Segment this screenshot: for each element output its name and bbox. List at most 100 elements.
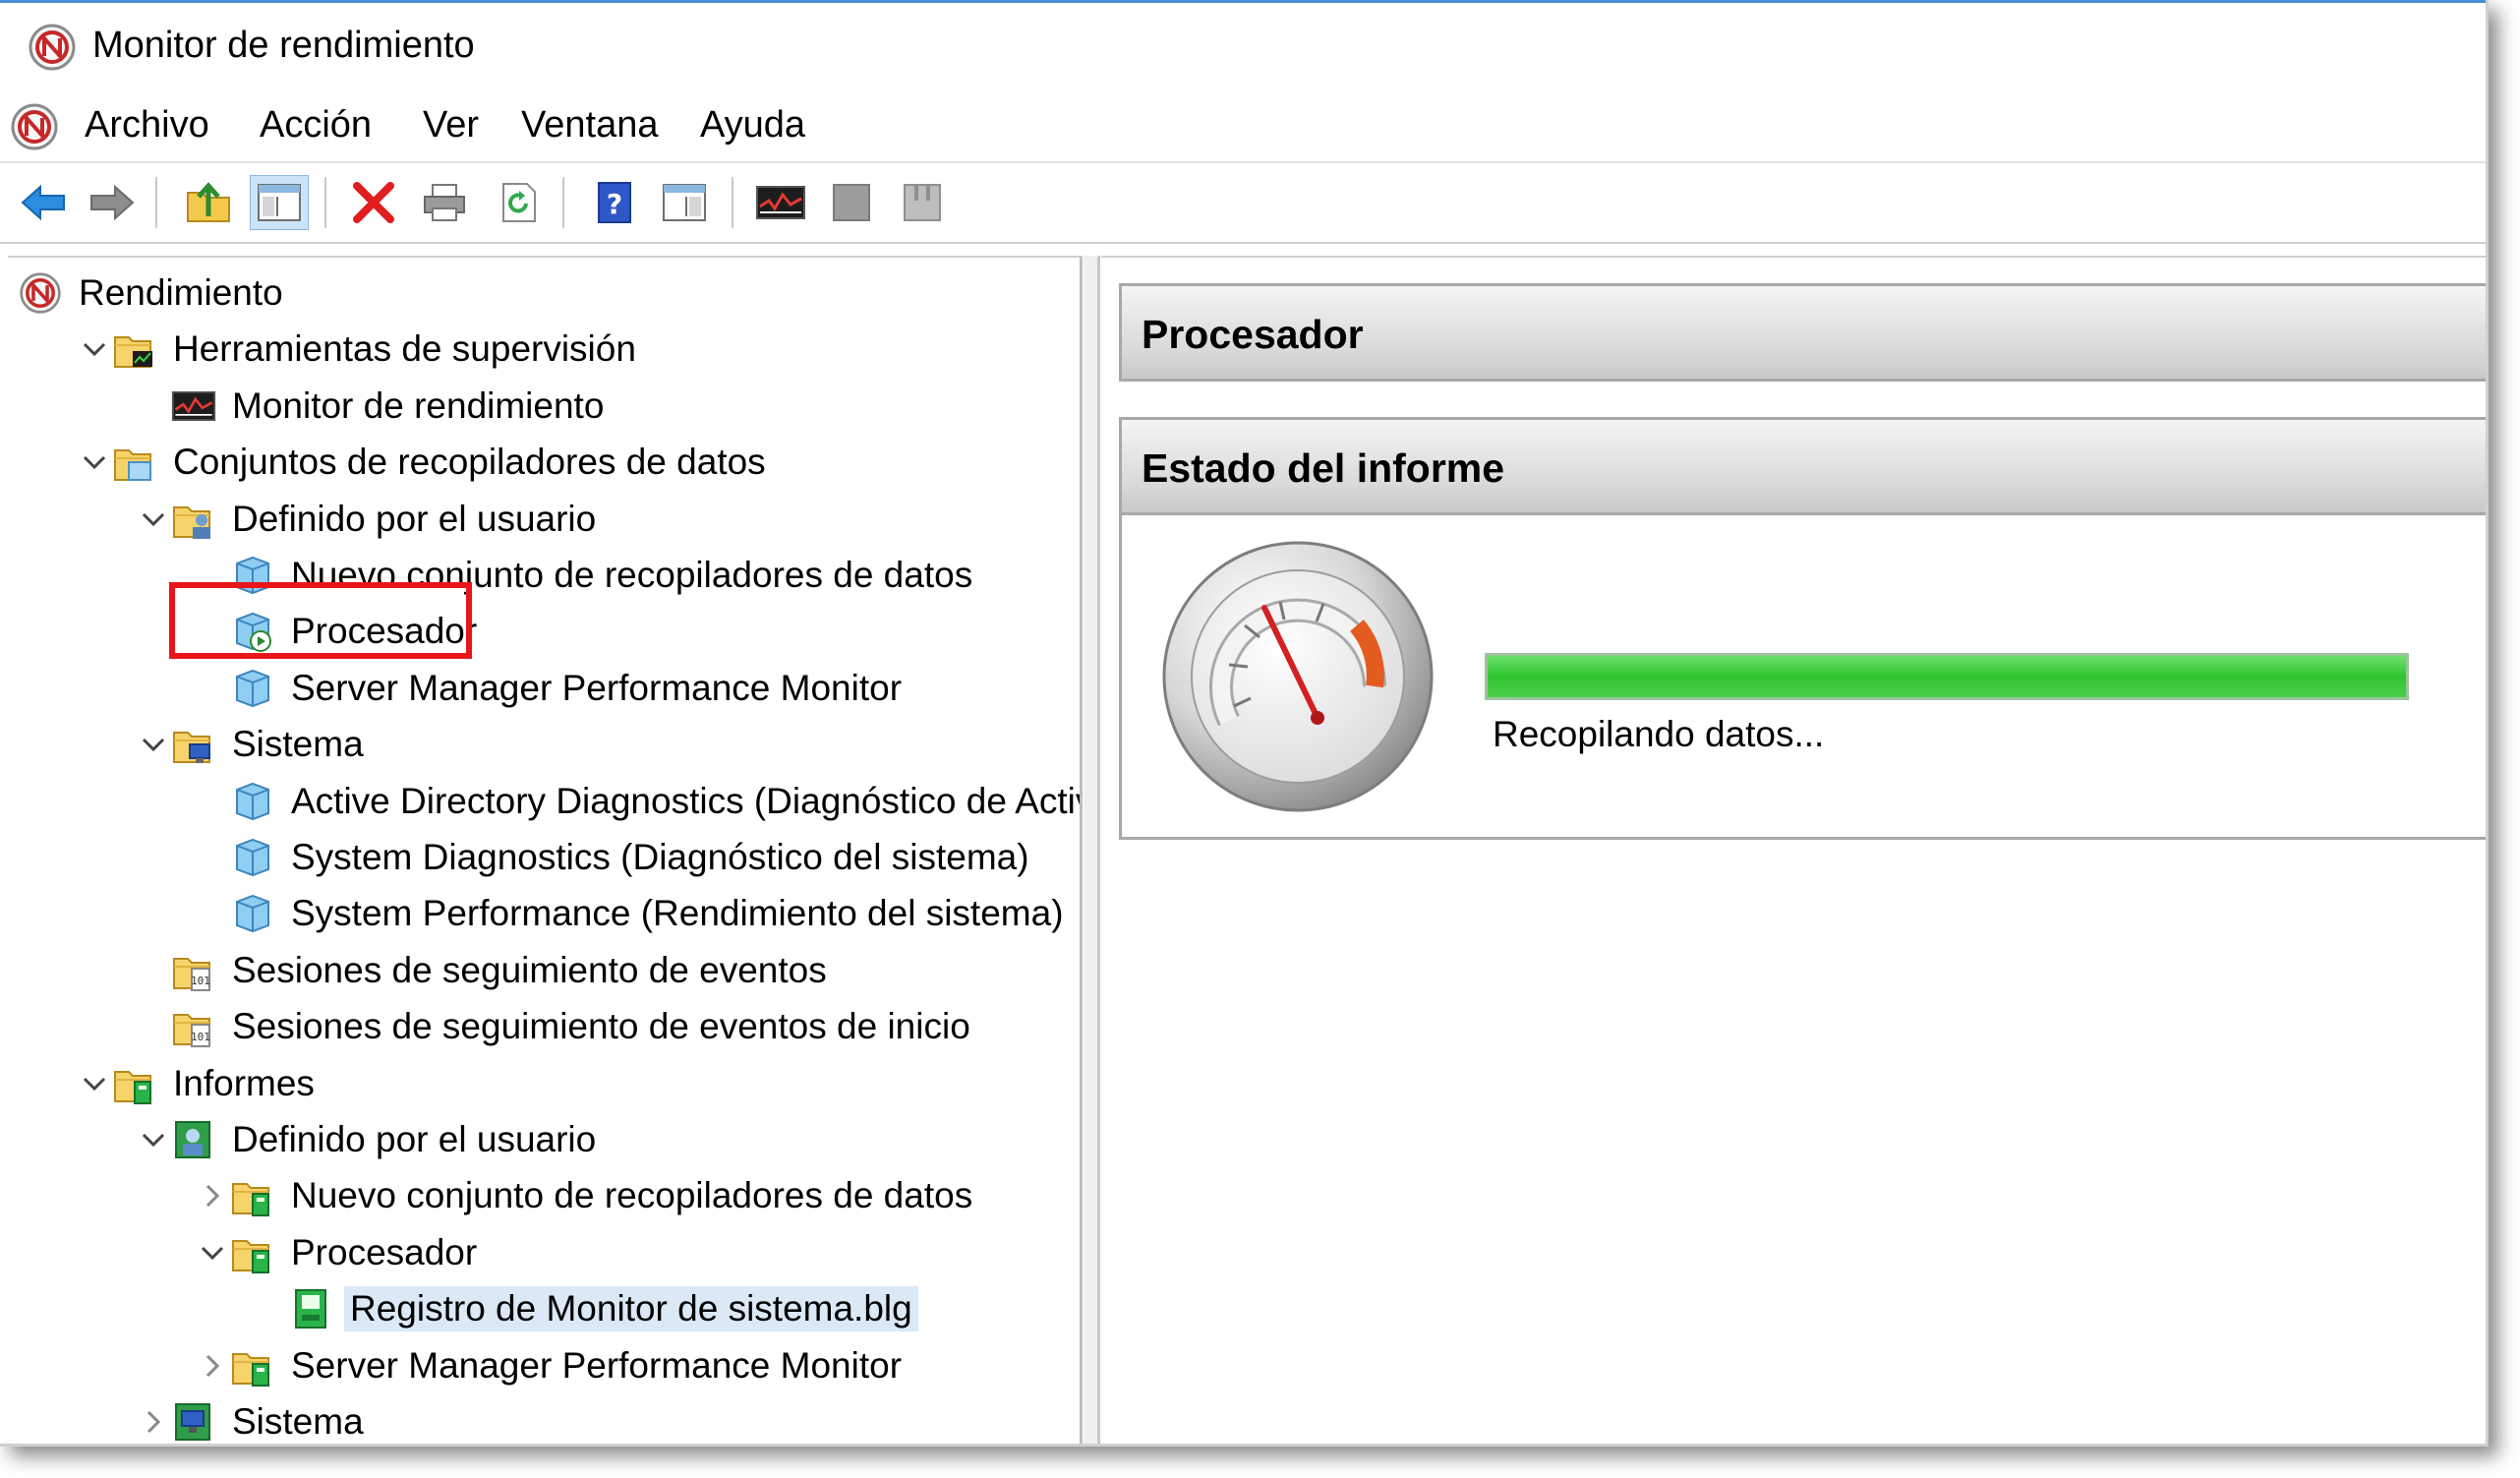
chevron-down-icon[interactable] (195, 1244, 230, 1262)
tree-item[interactable]: 101 Sesiones de seguimiento de eventos (136, 943, 833, 998)
tree-item-label: Conjuntos de recopiladores de datos (173, 442, 766, 483)
chevron-right-icon[interactable] (195, 1183, 230, 1209)
tree-item[interactable]: Definido por el usuario (136, 1112, 602, 1167)
performance-root-icon (18, 270, 63, 316)
tree-item-label: Sistema (232, 1401, 364, 1442)
tree-item[interactable]: Nuevo conjunto de recopiladores de datos (195, 1168, 978, 1223)
menu-ayuda[interactable]: Ayuda (700, 104, 805, 147)
delete-button[interactable] (344, 175, 403, 230)
tree-item[interactable]: Sistema (136, 1394, 370, 1444)
data-collector-set-icon (230, 779, 275, 824)
chevron-down-icon[interactable] (136, 1131, 171, 1149)
forward-button[interactable] (83, 175, 142, 230)
speedometer-icon (1160, 539, 1436, 814)
toolbar-separator (324, 177, 326, 228)
tree-item[interactable]: Conjuntos de recopiladores de datos (77, 435, 772, 490)
report-folder-icon (230, 1343, 275, 1389)
performance-monitor-icon (171, 384, 216, 429)
app-icon (28, 23, 77, 77)
tree-item[interactable]: Registro de Monitor de sistema.blg (254, 1281, 918, 1336)
refresh-icon (502, 183, 536, 222)
tree-item[interactable]: Procesador (195, 1225, 483, 1280)
tree-item[interactable]: Sistema (136, 717, 370, 772)
chevron-down-icon[interactable] (77, 340, 112, 358)
tree-item-label: Sistema (232, 724, 364, 765)
console-tree: Rendimiento Herramientas de supervisión Mo… (8, 256, 1083, 1444)
svg-text:101: 101 (191, 1031, 210, 1043)
window-title: Monitor de rendimiento (92, 25, 475, 66)
data-collector-set-icon (230, 666, 275, 711)
tree-item-label: Nuevo conjunto de recopiladores de datos (291, 1175, 973, 1216)
tree-item-label: Server Manager Performance Monitor (291, 1344, 903, 1386)
tree-item[interactable]: Monitor de rendimiento (136, 379, 610, 434)
chevron-down-icon[interactable] (136, 510, 171, 528)
tree-item-label: Informes (173, 1062, 315, 1103)
pause-icon (904, 184, 941, 221)
tree-item-label: Sesiones de seguimiento de eventos de in… (232, 1006, 970, 1047)
menu-accion[interactable]: Acción (260, 104, 372, 147)
folder-up-icon (187, 182, 230, 222)
performance-monitor-button[interactable] (751, 175, 810, 230)
delete-icon (353, 182, 394, 223)
chevron-down-icon[interactable] (136, 736, 171, 753)
tree-item[interactable]: Server Manager Performance Monitor (195, 1338, 908, 1393)
pane-splitter[interactable] (1084, 256, 1100, 1444)
tree-item-label: Monitor de rendimiento (232, 384, 605, 426)
system-menu-icon[interactable] (10, 102, 59, 156)
menu-ver[interactable]: Ver (423, 104, 479, 147)
up-one-level-button[interactable] (179, 175, 238, 230)
menu-archivo[interactable]: Archivo (85, 104, 209, 147)
forward-arrow-icon (90, 184, 135, 221)
refresh-button[interactable] (490, 175, 549, 230)
tree-item[interactable]: 101 Sesiones de seguimiento de eventos de… (136, 999, 976, 1054)
print-button[interactable] (415, 175, 474, 230)
reports-folder-icon (112, 1061, 157, 1106)
pause-button[interactable] (893, 175, 952, 230)
tree-item-label: Definido por el usuario (232, 498, 597, 539)
performance-graph-icon (756, 186, 805, 219)
menu-ventana[interactable]: Ventana (521, 104, 658, 147)
progress-fill (1488, 656, 2406, 697)
tree-item[interactable]: Server Manager Performance Monitor (195, 661, 908, 716)
show-hide-action-pane-button[interactable] (655, 175, 714, 230)
stop-icon (833, 184, 870, 221)
print-icon (424, 184, 465, 221)
system-folder-icon (171, 722, 216, 767)
chevron-down-icon[interactable] (77, 453, 112, 471)
tree-item-label: System Performance (Rendimiento del sist… (291, 893, 1064, 934)
event-trace-folder-icon: 101 (171, 1004, 216, 1049)
show-hide-console-tree-button[interactable] (250, 175, 309, 230)
tree-item[interactable]: Herramientas de supervisión (77, 322, 642, 377)
tree-item[interactable]: System Diagnostics (Diagnóstico del sist… (195, 830, 1035, 885)
tree-item[interactable]: Active Directory Diagnostics (Diagnóstic… (195, 774, 1083, 829)
tree-item[interactable]: Definido por el usuario (136, 492, 602, 547)
tree-item[interactable]: Rendimiento (18, 266, 289, 321)
report-folder-icon (230, 1173, 275, 1218)
toolbar-separator (562, 177, 564, 228)
tree-item-label: Active Directory Diagnostics (Diagnóstic… (291, 780, 1083, 821)
show-hide-tree-icon (258, 184, 301, 221)
stop-button[interactable] (822, 175, 881, 230)
data-collector-set-icon (230, 891, 275, 936)
details-header-title: Procesador (1142, 312, 1364, 357)
chevron-right-icon[interactable] (195, 1353, 230, 1379)
toolbar: ? (0, 163, 2486, 244)
details-header: Procesador (1119, 283, 2486, 382)
svg-text:?: ? (607, 188, 622, 220)
tree-item[interactable]: Informes (77, 1056, 321, 1111)
chevron-right-icon[interactable] (136, 1409, 171, 1435)
user-defined-reports-icon (171, 1117, 216, 1162)
help-button[interactable]: ? (584, 175, 643, 230)
toolbar-separator (155, 177, 157, 228)
tree-item-label: Sesiones de seguimiento de eventos (232, 949, 827, 990)
monitoring-tools-folder-icon (112, 326, 157, 372)
tree-item[interactable]: System Performance (Rendimiento del sist… (195, 886, 1070, 941)
details-pane: Procesador Estado del informe (1101, 256, 2486, 1444)
back-button[interactable] (14, 175, 73, 230)
status-text: Recopilando datos... (1493, 714, 1825, 754)
report-status-title: Estado del informe (1142, 445, 1505, 491)
report-folder-icon (230, 1230, 275, 1275)
chevron-down-icon[interactable] (77, 1075, 112, 1093)
tree-item-label: Definido por el usuario (232, 1119, 597, 1159)
log-file-icon (289, 1286, 334, 1331)
